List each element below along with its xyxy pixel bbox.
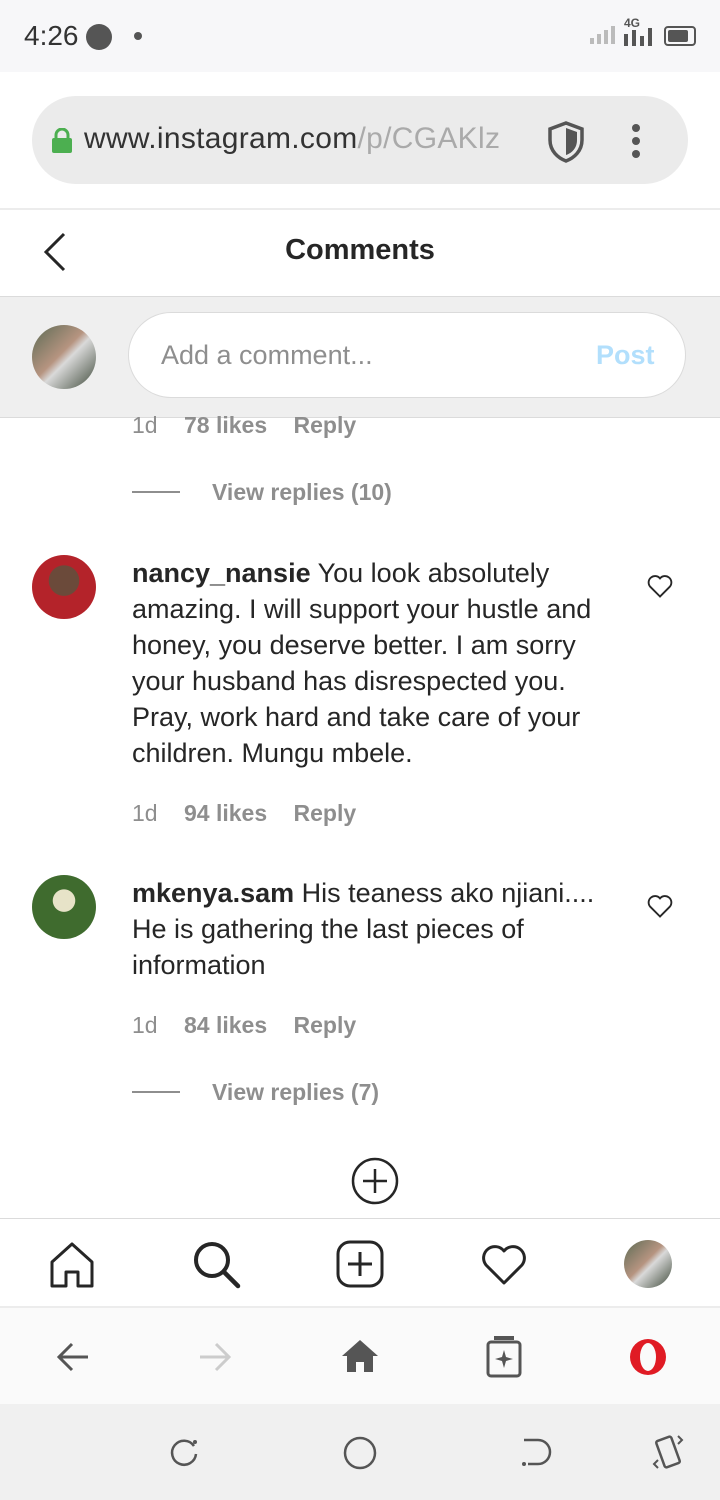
recents-icon[interactable] xyxy=(168,1436,200,1468)
like-count[interactable]: 94 likes xyxy=(184,800,267,826)
home-icon[interactable] xyxy=(48,1240,96,1288)
comment-meta: 1d 94 likes Reply xyxy=(132,800,356,827)
shield-icon[interactable] xyxy=(546,120,586,164)
page-title: Comments xyxy=(285,234,435,266)
avatar xyxy=(32,325,96,389)
rotate-icon[interactable] xyxy=(652,1434,684,1470)
comment-text: mkenya.sam His teaness ako njiani.... He… xyxy=(132,875,622,983)
home-circle-icon[interactable] xyxy=(342,1435,378,1471)
like-heart-icon[interactable] xyxy=(646,572,674,600)
lock-icon xyxy=(52,128,72,153)
comment-meta: 1d 84 likes Reply xyxy=(132,1012,356,1039)
replies-divider xyxy=(132,1091,180,1093)
reply-button[interactable]: Reply xyxy=(294,412,357,438)
battery-icon xyxy=(664,26,696,46)
avatar[interactable] xyxy=(32,555,96,619)
comment-age: 1d xyxy=(132,1012,158,1038)
opera-icon[interactable] xyxy=(628,1337,668,1377)
comment-username[interactable]: nancy_nansie xyxy=(132,558,311,588)
notification-dot-icon xyxy=(134,32,142,40)
view-replies-button[interactable]: View replies (10) xyxy=(212,479,392,506)
like-heart-icon[interactable] xyxy=(646,892,674,920)
comment-text: nancy_nansie You look absolutely amazing… xyxy=(132,555,622,771)
comment-meta: 1d 78 likes Reply xyxy=(132,412,356,439)
post-button[interactable]: Post xyxy=(596,340,655,371)
avatar[interactable] xyxy=(32,875,96,939)
signal-icon xyxy=(590,26,615,44)
view-replies-button[interactable]: View replies (7) xyxy=(212,1079,379,1106)
back-arrow-icon[interactable] xyxy=(56,1340,90,1374)
tabs-icon[interactable] xyxy=(486,1334,522,1378)
like-count[interactable]: 78 likes xyxy=(184,412,267,438)
status-time: 4:26 xyxy=(24,20,79,51)
mobile-data-signal-icon xyxy=(624,28,652,46)
activity-heart-icon[interactable] xyxy=(480,1241,528,1287)
profile-avatar[interactable] xyxy=(624,1240,672,1288)
notification-icon xyxy=(86,24,112,50)
kebab-menu-icon[interactable] xyxy=(628,122,644,162)
reply-button[interactable]: Reply xyxy=(294,800,357,826)
plus-circle-icon[interactable] xyxy=(351,1157,399,1205)
comment-age: 1d xyxy=(132,800,158,826)
search-icon[interactable] xyxy=(192,1240,242,1290)
back-icon[interactable] xyxy=(520,1436,552,1468)
replies-divider xyxy=(132,491,180,493)
comment-age: 1d xyxy=(132,412,158,438)
comment-body: You look absolutely amazing. I will supp… xyxy=(132,558,592,768)
url-text[interactable]: www.instagram.com/p/CGAKlz xyxy=(84,122,524,156)
comment-username[interactable]: mkenya.sam xyxy=(132,878,294,908)
reply-button[interactable]: Reply xyxy=(294,1012,357,1038)
divider xyxy=(0,208,720,210)
like-count[interactable]: 84 likes xyxy=(184,1012,267,1038)
home-icon[interactable] xyxy=(340,1338,380,1374)
new-post-icon[interactable] xyxy=(336,1240,384,1288)
forward-arrow-icon[interactable] xyxy=(198,1340,232,1374)
